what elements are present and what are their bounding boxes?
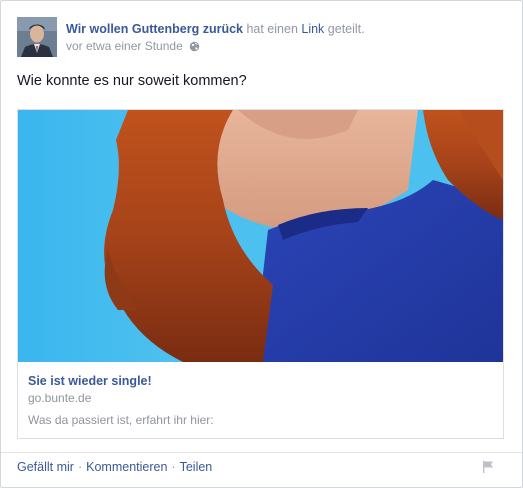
flag-icon[interactable] [481, 460, 495, 474]
link-attachment[interactable]: Sie ist wieder single! go.bunte.de Was d… [17, 109, 504, 439]
globe-icon[interactable] [189, 41, 200, 52]
action-suffix: geteilt. [324, 22, 365, 36]
link-preview-image[interactable] [18, 110, 503, 362]
like-button[interactable]: Gefällt mir [17, 460, 74, 474]
post-header: Wir wollen Guttenberg zurück hat einen L… [66, 22, 365, 36]
avatar[interactable] [17, 17, 57, 57]
link-domain: go.bunte.de [28, 391, 92, 405]
divider [1, 452, 522, 453]
share-button[interactable]: Teilen [180, 460, 213, 474]
profile-photo [17, 17, 57, 57]
link-caption: Sie ist wieder single! go.bunte.de Was d… [28, 374, 214, 427]
separator: · [171, 460, 176, 474]
timestamp[interactable]: vor etwa einer Stunde [66, 39, 183, 53]
post-message: Wie konnte es nur soweit kommen? [17, 73, 247, 89]
link-title[interactable]: Sie ist wieder single! [28, 374, 214, 388]
post-meta: vor etwa einer Stunde [66, 39, 200, 53]
comment-button[interactable]: Kommentieren [86, 460, 167, 474]
action-bar: Gefällt mir · Kommentieren · Teilen [17, 460, 212, 474]
link-description: Was da passiert ist, erfahrt ihr hier: [28, 413, 214, 427]
action-text: hat einen [242, 22, 302, 36]
post-card: Wir wollen Guttenberg zurück hat einen L… [0, 0, 523, 488]
author-name[interactable]: Wir wollen Guttenberg zurück [66, 22, 243, 36]
separator: · [77, 460, 83, 474]
link-word[interactable]: Link [301, 22, 324, 36]
